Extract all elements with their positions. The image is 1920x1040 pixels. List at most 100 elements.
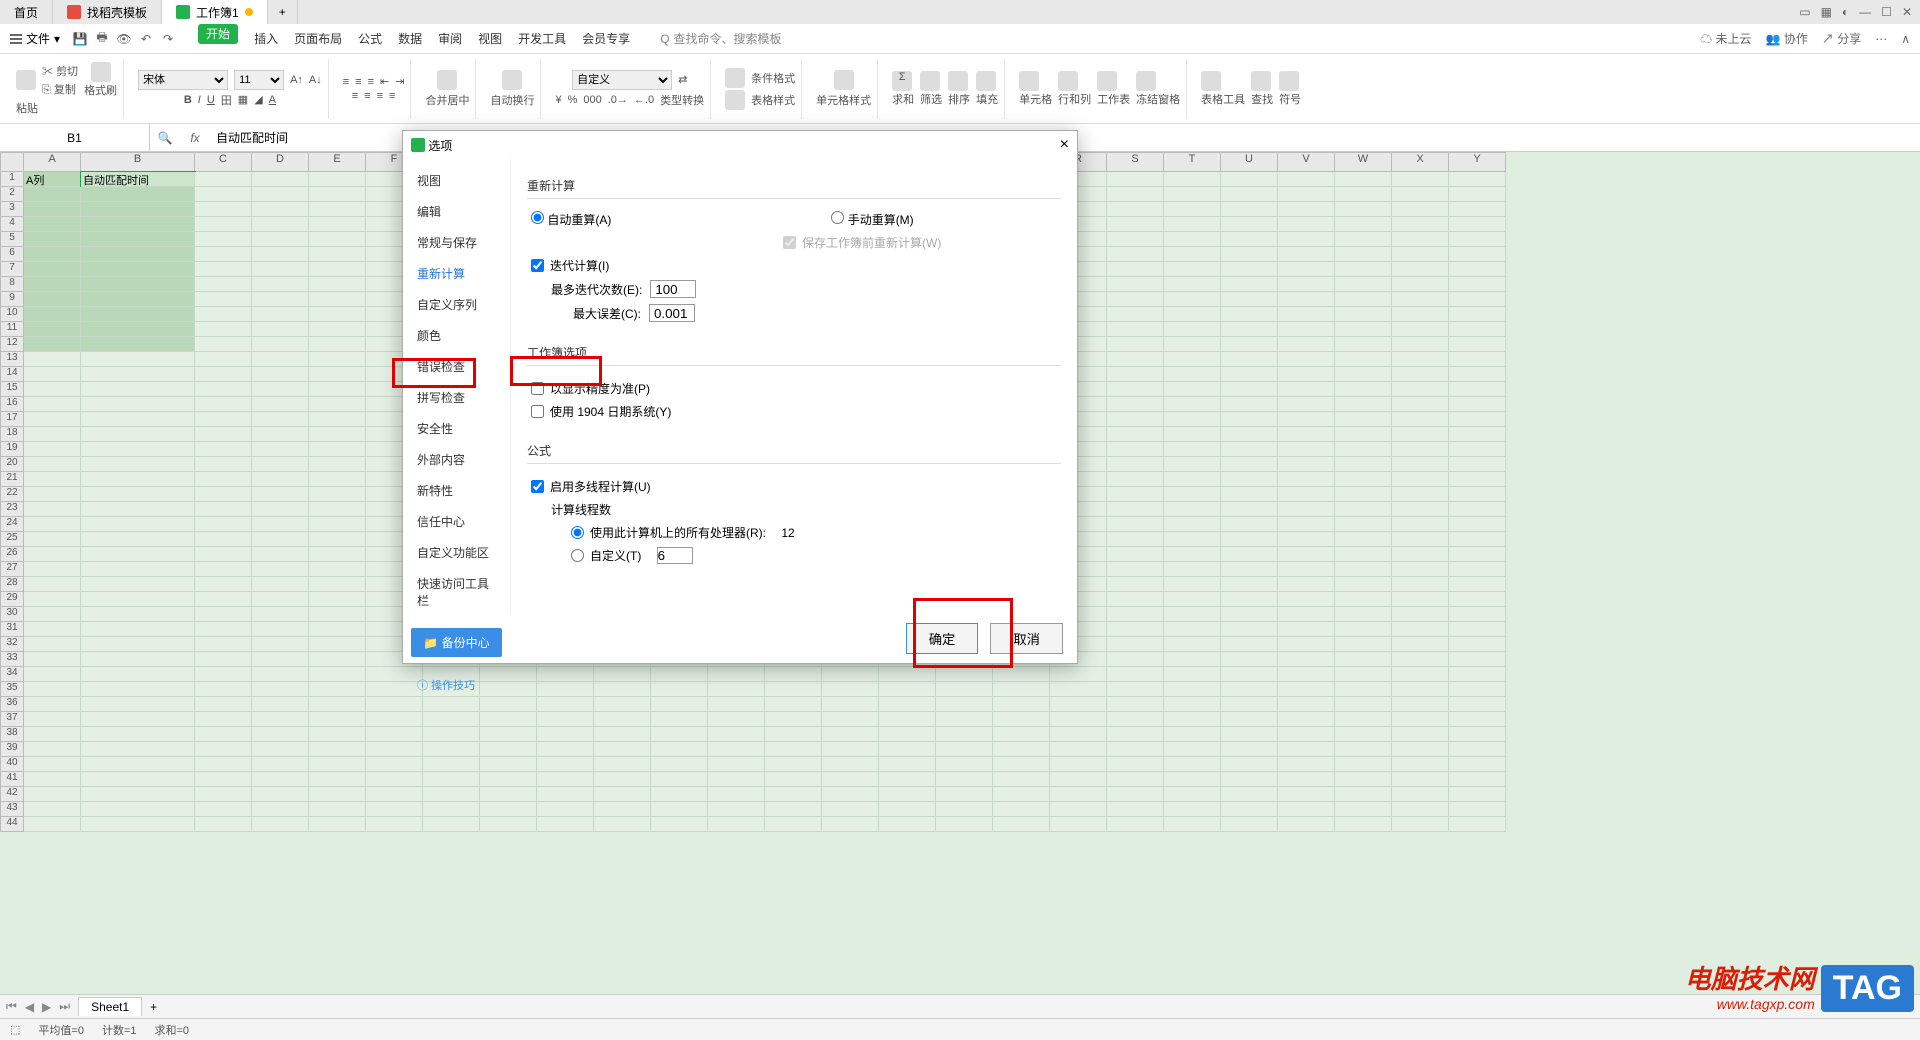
sheet-nav-next-icon[interactable]: ▶ — [42, 1000, 51, 1014]
cell-F40[interactable] — [366, 757, 423, 772]
cell-H38[interactable] — [480, 727, 537, 742]
cell-B36[interactable] — [81, 697, 195, 712]
cell-X28[interactable] — [1392, 577, 1449, 592]
cell-D36[interactable] — [252, 697, 309, 712]
cell-A23[interactable] — [24, 502, 81, 517]
cell-G40[interactable] — [423, 757, 480, 772]
cell-B31[interactable] — [81, 622, 195, 637]
cell-V15[interactable] — [1278, 382, 1335, 397]
cell-D11[interactable] — [252, 322, 309, 337]
cell-G41[interactable] — [423, 772, 480, 787]
cell-A9[interactable] — [24, 292, 81, 307]
cell-U5[interactable] — [1221, 232, 1278, 247]
align-mid-icon[interactable]: ≡ — [355, 76, 361, 88]
cell-A21[interactable] — [24, 472, 81, 487]
cell-W12[interactable] — [1335, 337, 1392, 352]
percent-icon[interactable]: % — [568, 94, 578, 106]
close-icon[interactable]: ✕ — [1902, 5, 1912, 19]
cell-E23[interactable] — [309, 502, 366, 517]
cell-T31[interactable] — [1164, 622, 1221, 637]
cell-P39[interactable] — [936, 742, 993, 757]
cell-E17[interactable] — [309, 412, 366, 427]
cell-D9[interactable] — [252, 292, 309, 307]
cell-Q44[interactable] — [993, 817, 1050, 832]
cell-W44[interactable] — [1335, 817, 1392, 832]
cell-D37[interactable] — [252, 712, 309, 727]
cell-D38[interactable] — [252, 727, 309, 742]
cell-W11[interactable] — [1335, 322, 1392, 337]
cell-U40[interactable] — [1221, 757, 1278, 772]
cell-C6[interactable] — [195, 247, 252, 262]
cell-C42[interactable] — [195, 787, 252, 802]
cell-X37[interactable] — [1392, 712, 1449, 727]
cell-S26[interactable] — [1107, 547, 1164, 562]
cell-U6[interactable] — [1221, 247, 1278, 262]
cell-E21[interactable] — [309, 472, 366, 487]
cell-L44[interactable] — [708, 817, 765, 832]
row-header[interactable]: 44 — [0, 817, 24, 832]
cell-X11[interactable] — [1392, 322, 1449, 337]
cell-M40[interactable] — [765, 757, 822, 772]
cell-L42[interactable] — [708, 787, 765, 802]
cell-U7[interactable] — [1221, 262, 1278, 277]
cell-A17[interactable] — [24, 412, 81, 427]
fill-color-icon[interactable]: ◢ — [254, 93, 262, 106]
cell-E12[interactable] — [309, 337, 366, 352]
cell-D26[interactable] — [252, 547, 309, 562]
cell-D31[interactable] — [252, 622, 309, 637]
cell-B38[interactable] — [81, 727, 195, 742]
cell-C37[interactable] — [195, 712, 252, 727]
cell-Y29[interactable] — [1449, 592, 1506, 607]
cell-Q40[interactable] — [993, 757, 1050, 772]
cell-T23[interactable] — [1164, 502, 1221, 517]
cell-V19[interactable] — [1278, 442, 1335, 457]
cell-V44[interactable] — [1278, 817, 1335, 832]
row-header[interactable]: 32 — [0, 637, 24, 652]
cell-S36[interactable] — [1107, 697, 1164, 712]
coop-link[interactable]: 👥 协作 — [1766, 30, 1808, 47]
cell-U15[interactable] — [1221, 382, 1278, 397]
cell-N42[interactable] — [822, 787, 879, 802]
minimize-icon[interactable]: — — [1859, 5, 1871, 19]
cell-G37[interactable] — [423, 712, 480, 727]
cell-J39[interactable] — [594, 742, 651, 757]
wrap-icon[interactable] — [502, 70, 522, 90]
cell-T36[interactable] — [1164, 697, 1221, 712]
row-header[interactable]: 10 — [0, 307, 24, 322]
cell-U21[interactable] — [1221, 472, 1278, 487]
cell-E36[interactable] — [309, 697, 366, 712]
cell-H44[interactable] — [480, 817, 537, 832]
sheet-icon[interactable] — [1097, 71, 1117, 91]
cell-C30[interactable] — [195, 607, 252, 622]
cell-F39[interactable] — [366, 742, 423, 757]
cell-W20[interactable] — [1335, 457, 1392, 472]
copy-button[interactable]: ⎘ 复制 — [42, 81, 78, 97]
cell-O44[interactable] — [879, 817, 936, 832]
cell-X16[interactable] — [1392, 397, 1449, 412]
cell-T20[interactable] — [1164, 457, 1221, 472]
cell-U34[interactable] — [1221, 667, 1278, 682]
command-search[interactable]: Q 查找命令、搜索模板 — [660, 30, 781, 47]
cell-X13[interactable] — [1392, 352, 1449, 367]
cell-W42[interactable] — [1335, 787, 1392, 802]
cell-A16[interactable] — [24, 397, 81, 412]
col-header[interactable]: A — [24, 152, 81, 172]
cell-S11[interactable] — [1107, 322, 1164, 337]
cell-B35[interactable] — [81, 682, 195, 697]
row-header[interactable]: 26 — [0, 547, 24, 562]
row-header[interactable]: 39 — [0, 742, 24, 757]
cell-V36[interactable] — [1278, 697, 1335, 712]
cell-A19[interactable] — [24, 442, 81, 457]
cell-E24[interactable] — [309, 517, 366, 532]
cell-Y31[interactable] — [1449, 622, 1506, 637]
cell-A5[interactable] — [24, 232, 81, 247]
cell-E4[interactable] — [309, 217, 366, 232]
cell-D33[interactable] — [252, 652, 309, 667]
cell-P37[interactable] — [936, 712, 993, 727]
name-box[interactable]: B1 — [0, 124, 150, 151]
cell-V34[interactable] — [1278, 667, 1335, 682]
indent-inc-icon[interactable]: ⇥ — [395, 75, 404, 88]
cell-C29[interactable] — [195, 592, 252, 607]
cell-U39[interactable] — [1221, 742, 1278, 757]
cell-A42[interactable] — [24, 787, 81, 802]
